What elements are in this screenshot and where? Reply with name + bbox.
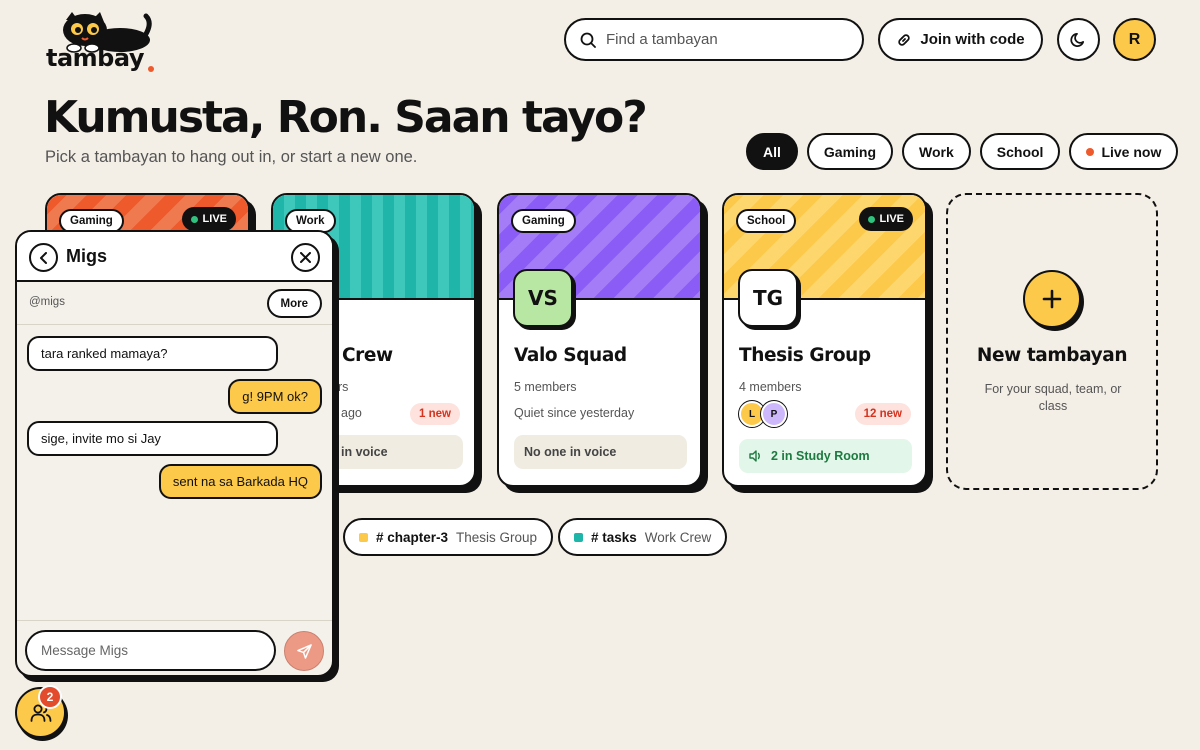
dm-header: Migs [17,232,332,282]
link-icon [898,33,911,46]
channel-color-icon [574,532,583,542]
channel-group: Work Crew [644,529,712,545]
live-badge: LIVE [858,207,913,231]
voice-status-label: 2 in Study Room [771,449,870,463]
dm-contact-handle: @migs [29,296,65,308]
logo-wordmark: tambay [46,44,144,72]
search-input[interactable] [606,31,846,48]
card-members: 5 members [514,380,577,394]
live-dot-icon [1086,147,1095,156]
channel-group: Thesis Group [456,529,538,545]
send-button[interactable] [284,631,324,671]
logo-dot [148,66,154,72]
theme-toggle-button[interactable] [1057,18,1100,61]
join-with-code-label: Join with code [920,31,1025,48]
card-members: 4 members [739,380,802,394]
live-indicator-icon [190,215,198,223]
member-avatar: P [760,400,788,428]
speaker-icon [749,450,760,462]
recent-channel-pill[interactable]: # chapter-3 Thesis Group [343,518,554,556]
filter-all[interactable]: All [746,133,798,170]
card-title: Crew [342,345,393,366]
live-indicator-icon [867,215,875,223]
channel-name: # chapter-3 [376,529,449,545]
close-icon [300,252,311,263]
new-messages-badge: 1 new [410,403,460,425]
channel-color-icon [359,532,368,542]
message-bubble-incoming: tara ranked mamaya? [27,336,278,371]
message-bubble-incoming: sige, invite mo si Jay [27,421,278,456]
voice-status-label: No one in voice [524,445,617,459]
direct-message-panel: Migs @migs More tara ranked mamaya? g! 9… [15,230,334,677]
voice-status-label: in voice [341,445,388,459]
card-status: ago [341,406,362,420]
card-tag: Gaming [511,209,576,233]
moon-icon [1070,32,1085,47]
more-button[interactable]: More [266,289,322,318]
page-subtitle: Pick a tambayan to hang out in, or start… [45,148,418,166]
tambayan-card[interactable]: Gaming VS Valo Squad 5 members Quiet sin… [497,193,702,487]
live-badge: LIVE [181,207,236,231]
search-icon [580,32,596,48]
plus-icon [1042,289,1062,309]
new-tambayan-card[interactable]: New tambayan For your squad, team, or cl… [946,193,1158,490]
voice-status: No one in voice [514,435,687,469]
voice-status[interactable]: 2 in Study Room [739,439,912,473]
card-status: Quiet since yesterday [514,406,635,420]
card-initials: TG [738,269,798,327]
filter-gaming[interactable]: Gaming [806,133,894,170]
filter-live-now[interactable]: Live now [1069,133,1179,170]
message-bubble-outgoing: sent na sa Barkada HQ [158,464,322,499]
message-input[interactable] [25,630,276,671]
recent-channel-pill[interactable]: # tasks Work Crew [558,518,728,556]
tambay-logo[interactable]: tambay [44,10,164,72]
live-badge-label: LIVE [202,213,227,225]
new-tambayan-button[interactable] [1023,270,1081,328]
card-tag: School [736,209,797,233]
filter-school[interactable]: School [979,133,1061,170]
dm-contact-name: Migs [66,246,108,266]
dm-subheader: @migs More [17,282,332,325]
dm-composer [17,620,332,675]
chevron-left-icon [39,251,47,264]
tambayan-card[interactable]: School LIVE TG Thesis Group 4 members L … [722,193,927,487]
filter-live-now-label: Live now [1101,143,1162,160]
friends-notification-badge: 2 [38,685,62,709]
send-icon [296,643,312,659]
close-button[interactable] [291,243,320,272]
filter-work[interactable]: Work [902,133,971,170]
user-avatar-button[interactable]: R [1113,18,1156,61]
card-initials: VS [513,269,573,327]
filter-chips: All Gaming Work School Live now [746,133,1179,170]
new-messages-badge: 12 new [854,403,911,425]
back-button[interactable] [29,243,58,272]
new-tambayan-title: New tambayan [976,345,1128,366]
live-badge-label: LIVE [879,213,904,225]
channel-name: # tasks [591,529,637,545]
join-with-code-button[interactable]: Join with code [878,18,1043,61]
card-title: Valo Squad [514,345,627,366]
search-bar[interactable] [564,18,864,61]
new-tambayan-subtitle: For your squad, team, or class [984,382,1122,413]
card-title: Thesis Group [739,345,871,366]
message-bubble-outgoing: g! 9PM ok? [228,379,322,414]
page-title: Kumusta, Ron. Saan tayo? [44,92,648,143]
